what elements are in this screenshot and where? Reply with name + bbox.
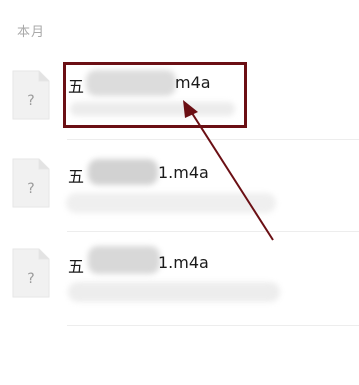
divider	[67, 139, 359, 140]
redacted-file-details-blur	[68, 282, 280, 302]
file-list-page: 本月 ? 五 m4a ? 五 1.m4a ? 五 1.m4a	[0, 0, 359, 385]
unknown-file-icon: ?	[12, 70, 50, 120]
section-header-this-month: 本月	[17, 25, 46, 40]
divider	[67, 231, 359, 232]
divider	[67, 325, 359, 326]
redacted-filename-blur	[88, 159, 158, 185]
unknown-file-icon: ?	[12, 248, 50, 298]
svg-text:?: ?	[27, 271, 34, 287]
file-list-item[interactable]: ? 五 1.m4a	[0, 145, 359, 233]
highlight-box	[63, 62, 247, 128]
svg-text:?: ?	[27, 93, 34, 109]
redacted-filename-blur	[88, 246, 160, 274]
file-list-item[interactable]: ? 五 1.m4a	[0, 236, 359, 324]
file-name-prefix: 五	[68, 167, 85, 186]
svg-text:?: ?	[27, 181, 34, 197]
file-name-extension: 1.m4a	[158, 163, 209, 182]
unknown-file-icon: ?	[12, 158, 50, 208]
redacted-file-details-blur	[66, 193, 276, 213]
file-name-prefix: 五	[68, 257, 85, 276]
file-name-extension: 1.m4a	[158, 253, 209, 272]
